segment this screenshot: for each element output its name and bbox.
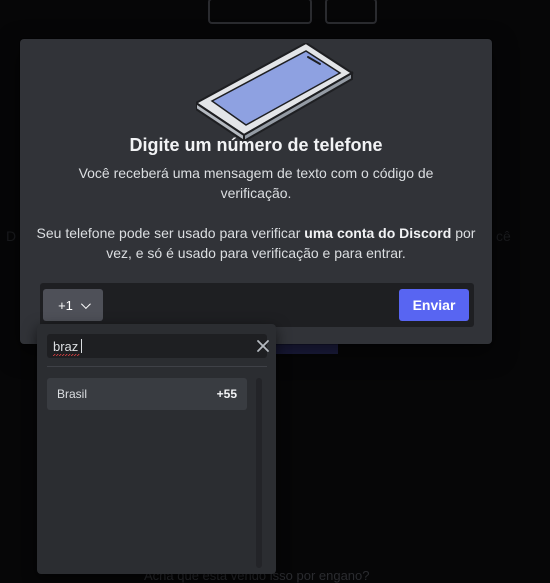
divider bbox=[47, 366, 267, 367]
text-caret bbox=[81, 339, 82, 353]
modal-description: Você receberá uma mensagem de texto com … bbox=[78, 165, 434, 201]
country-search-input[interactable] bbox=[53, 336, 233, 356]
background-box bbox=[325, 0, 377, 24]
country-code-button[interactable]: +1 bbox=[43, 289, 103, 321]
phone-illustration-icon bbox=[196, 43, 354, 143]
modal-title: Digite um número de telefone bbox=[129, 135, 383, 155]
note-text: Seu telefone pode ser usado para verific… bbox=[36, 225, 305, 241]
background-box bbox=[208, 0, 312, 24]
phone-input-row[interactable]: +1 Enviar bbox=[40, 283, 474, 327]
chevron-down-icon bbox=[80, 298, 91, 309]
background-text-left: D bbox=[6, 228, 17, 244]
country-search-box[interactable] bbox=[47, 334, 269, 358]
phone-number-modal: Digite um número de telefone Você recebe… bbox=[20, 39, 492, 344]
modal-note: Seu telefone pode ser usado para verific… bbox=[32, 223, 480, 263]
scrollbar[interactable] bbox=[256, 378, 262, 568]
background-text-right: cê bbox=[496, 228, 511, 244]
close-icon[interactable] bbox=[255, 338, 271, 354]
send-button[interactable]: Enviar bbox=[399, 289, 469, 321]
country-option-code: +55 bbox=[216, 387, 237, 401]
note-bold-text: uma conta do Discord bbox=[304, 225, 452, 241]
spellcheck-underline bbox=[53, 354, 80, 356]
country-code-label: +1 bbox=[58, 297, 73, 313]
country-option-brasil[interactable]: Brasil +55 bbox=[47, 378, 247, 410]
country-dropdown: Brasil +55 bbox=[37, 324, 276, 574]
country-option-name: Brasil bbox=[57, 387, 88, 401]
